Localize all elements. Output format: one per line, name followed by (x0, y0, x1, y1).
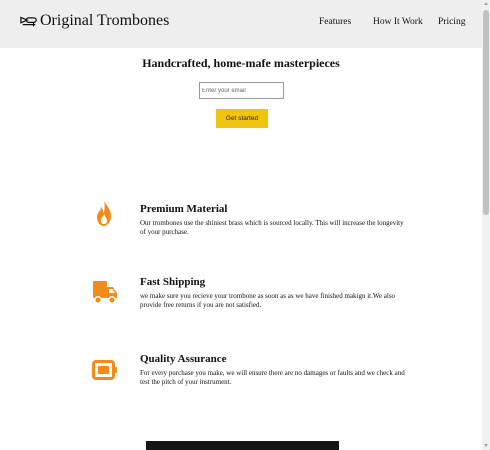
scroll-up-arrow-icon[interactable] (484, 2, 488, 5)
feature-text-quality-assurance: For every purchase you make, we will ens… (140, 369, 405, 386)
nav-link-pricing[interactable]: Pricing (438, 17, 465, 27)
brand-logo[interactable]: Original Trombones (20, 12, 169, 30)
nav-link-how-it-work[interactable]: How It Work (373, 17, 423, 27)
scroll-down-arrow-icon[interactable] (484, 444, 488, 447)
nav-link-features[interactable]: Features (319, 17, 351, 27)
trombone-logo-icon (20, 16, 37, 27)
email-input[interactable] (199, 82, 284, 99)
fire-icon (97, 200, 111, 226)
get-started-button[interactable]: Get started (216, 109, 268, 128)
battery-icon (92, 360, 117, 380)
page: Original Trombones Features How It Work … (0, 0, 490, 450)
feature-title-premium-material: Premium Material (140, 203, 228, 215)
truck-icon (93, 281, 117, 304)
product-video[interactable] (146, 441, 339, 450)
feature-text-fast-shipping: we make sure you recieve your trombone a… (140, 292, 396, 309)
scrollbar-thumb[interactable] (483, 10, 489, 215)
site-header: Original Trombones Features How It Work … (0, 0, 482, 48)
feature-title-fast-shipping: Fast Shipping (140, 276, 206, 288)
feature-text-premium-material: Our trombones use the shiniest brass whi… (140, 219, 404, 236)
hero-heading: Handcrafted, home-mafe masterpieces (142, 56, 340, 70)
brand-name: Original Trombones (40, 12, 170, 29)
feature-title-quality-assurance: Quality Assurance (140, 353, 227, 365)
